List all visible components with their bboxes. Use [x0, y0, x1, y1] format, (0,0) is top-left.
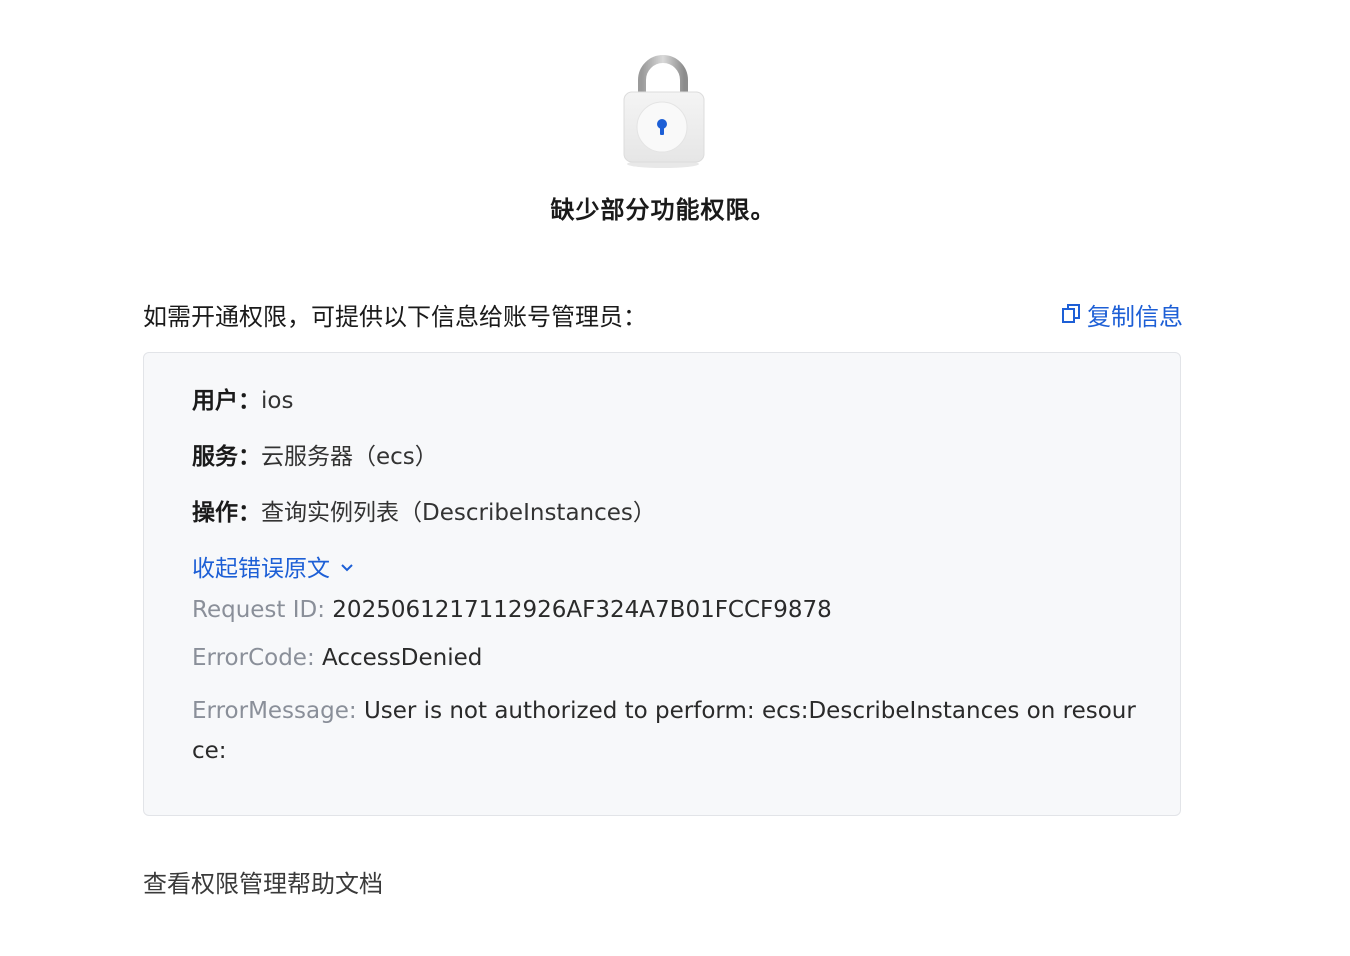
intro-text: 如需开通权限，可提供以下信息给账号管理员：	[143, 302, 647, 331]
chevron-down-icon	[340, 553, 354, 579]
service-key: 服务：	[192, 444, 261, 470]
user-value: ios	[261, 388, 294, 414]
collapse-error-toggle[interactable]: 收起错误原文	[192, 549, 354, 583]
error-code-value: AccessDenied	[322, 645, 483, 671]
user-row: 用户：ios	[192, 381, 293, 415]
user-key: 用户：	[192, 388, 261, 414]
page-title: 缺少部分功能权限。	[550, 196, 776, 224]
error-code-row: ErrorCode: AccessDenied	[192, 645, 482, 671]
service-row: 服务：云服务器（ecs）	[192, 437, 438, 471]
request-id-row: Request ID: 2025061217112926AF324A7B01FC…	[192, 597, 832, 623]
copy-info-button[interactable]: 复制信息	[1061, 297, 1183, 332]
action-row: 操作：查询实例列表（DescribeInstances）	[192, 493, 656, 527]
collapse-error-label: 收起错误原文	[192, 556, 330, 582]
action-value: 查询实例列表（DescribeInstances）	[261, 500, 656, 526]
permission-help-link[interactable]: 查看权限管理帮助文档	[143, 864, 383, 899]
intro-row: 如需开通权限，可提供以下信息给账号管理员： 复制信息	[143, 296, 1183, 332]
error-message-row: ErrorMessage: User is not authorized to …	[192, 691, 1142, 771]
copy-info-label: 复制信息	[1087, 302, 1183, 331]
error-message-key: ErrorMessage:	[192, 698, 364, 724]
lock-icon	[622, 54, 706, 170]
permission-denied-page: 缺少部分功能权限。 如需开通权限，可提供以下信息给账号管理员： 复制信息 用户：…	[0, 0, 1350, 956]
request-id-key: Request ID:	[192, 597, 333, 623]
request-id-value: 2025061217112926AF324A7B01FCCF9878	[332, 597, 832, 623]
copy-icon	[1061, 303, 1081, 325]
action-key: 操作：	[192, 500, 261, 526]
info-panel: 用户：ios 服务：云服务器（ecs） 操作：查询实例列表（DescribeIn…	[143, 352, 1181, 816]
service-value: 云服务器（ecs）	[261, 444, 438, 470]
error-code-key: ErrorCode:	[192, 645, 323, 671]
